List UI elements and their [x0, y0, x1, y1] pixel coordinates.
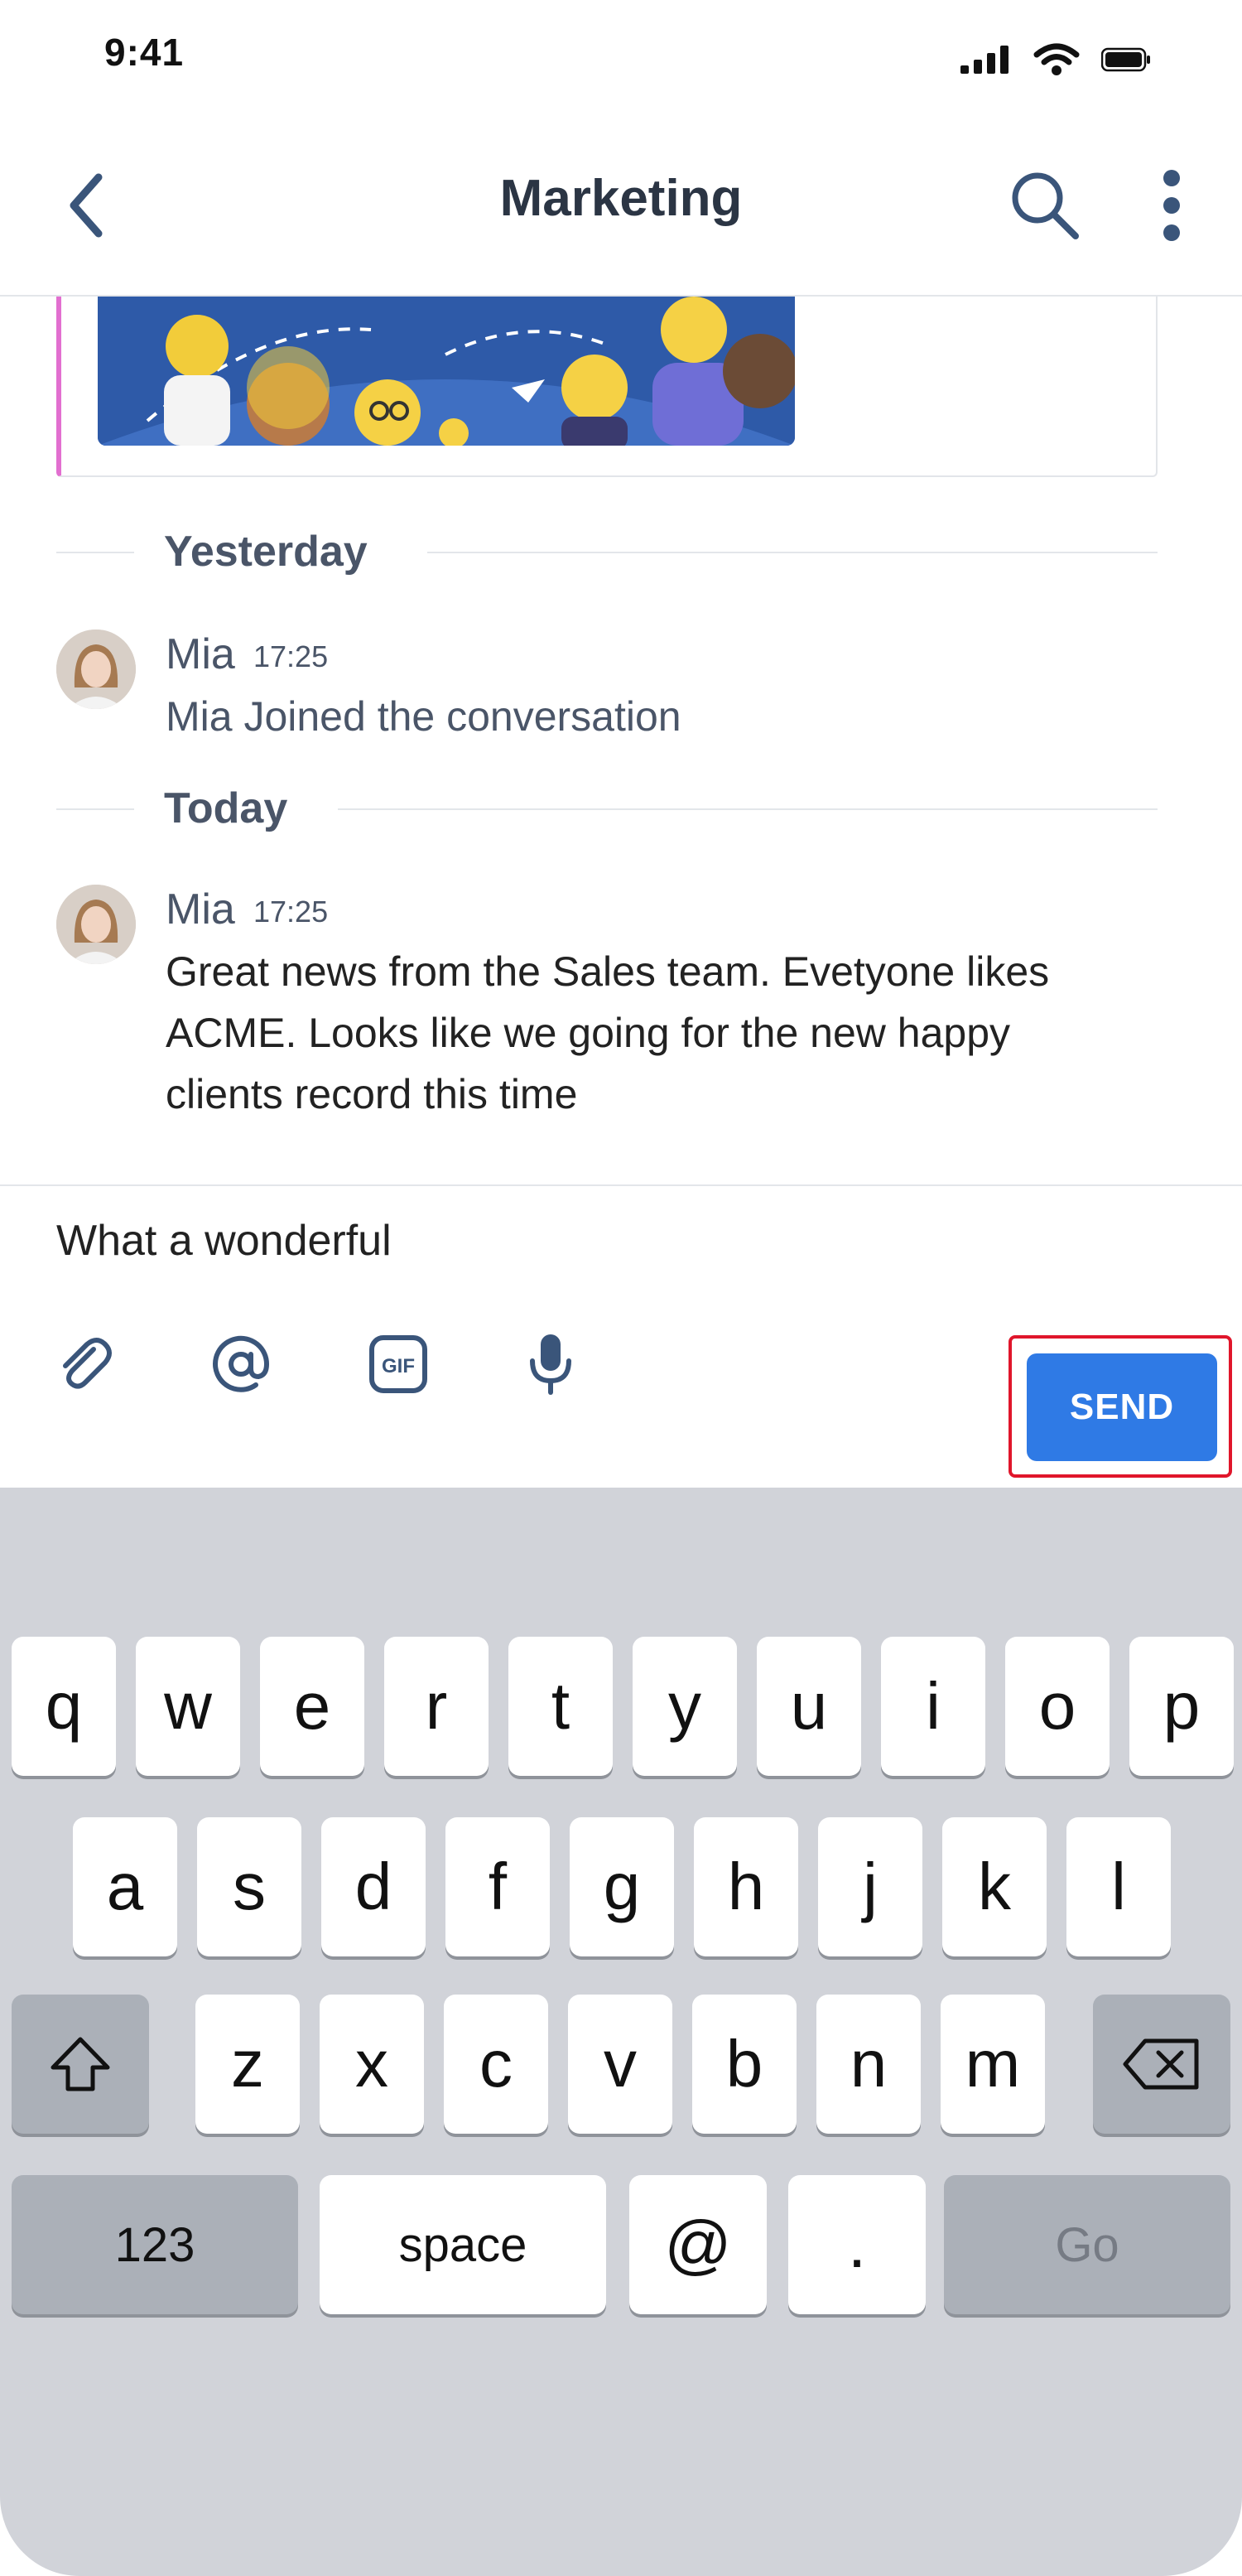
key-w[interactable]: w: [136, 1637, 240, 1776]
at-key[interactable]: @: [629, 2175, 767, 2314]
chat-header: Marketing: [0, 116, 1242, 297]
key-g[interactable]: g: [570, 1817, 674, 1956]
battery-icon: [1101, 47, 1150, 72]
key-k[interactable]: k: [942, 1817, 1047, 1956]
key-r[interactable]: r: [384, 1637, 489, 1776]
signal-icon: [960, 46, 1009, 74]
key-q[interactable]: q: [12, 1637, 116, 1776]
attach-button[interactable]: [46, 1327, 121, 1401]
message-text: Great news from the Sales team. Evetyone…: [166, 948, 1050, 1117]
key-p[interactable]: p: [1129, 1637, 1234, 1776]
send-button[interactable]: SEND: [1027, 1353, 1217, 1461]
key-z[interactable]: z: [195, 1995, 300, 2134]
paperclip-icon: [63, 1338, 112, 1389]
go-key[interactable]: Go: [944, 2175, 1230, 2314]
more-options-button[interactable]: [1143, 162, 1201, 248]
shift-key[interactable]: [12, 1995, 149, 2134]
message-item: Mia 17:25 Mia Joined the conversation: [56, 630, 1158, 745]
key-v[interactable]: v: [568, 1995, 672, 2134]
key-h[interactable]: h: [694, 1817, 798, 1956]
key-j[interactable]: j: [818, 1817, 922, 1956]
key-n[interactable]: n: [816, 1995, 921, 2134]
message-item: Mia 17:25 Great news from the Sales team…: [56, 885, 1158, 1133]
backspace-icon: [1123, 2038, 1199, 2090]
backspace-key[interactable]: [1093, 1995, 1230, 2134]
message-input[interactable]: [56, 1216, 1133, 1266]
message-time: 17:25: [253, 895, 329, 929]
key-i[interactable]: i: [881, 1637, 985, 1776]
status-icons: [960, 43, 1151, 76]
key-y[interactable]: y: [633, 1637, 737, 1776]
key-c[interactable]: c: [444, 1995, 548, 2134]
key-l[interactable]: l: [1066, 1817, 1171, 1956]
avatar[interactable]: [56, 885, 136, 964]
date-divider-label: Today: [164, 784, 288, 832]
message-text: Mia Joined the conversation: [166, 693, 681, 740]
key-d[interactable]: d: [321, 1817, 426, 1956]
voice-button[interactable]: [513, 1327, 588, 1401]
attachment-card[interactable]: [56, 265, 1158, 477]
gif-button[interactable]: GIF: [361, 1327, 436, 1401]
key-a[interactable]: a: [73, 1817, 177, 1956]
status-time: 9:41: [104, 31, 185, 74]
key-x[interactable]: x: [320, 1995, 424, 2134]
key-s[interactable]: s: [197, 1817, 301, 1956]
key-f[interactable]: f: [445, 1817, 550, 1956]
key-o[interactable]: o: [1005, 1637, 1110, 1776]
onscreen-keyboard: qwertyuiop asdfghjkl zxcvbnm 123 space @…: [0, 1488, 1242, 2576]
message-author[interactable]: Mia: [166, 630, 235, 679]
search-button[interactable]: [1002, 162, 1088, 248]
key-m[interactable]: m: [941, 1995, 1045, 2134]
illustration-image: [98, 297, 795, 446]
period-key[interactable]: .: [788, 2175, 926, 2314]
date-divider-label: Yesterday: [164, 528, 368, 576]
key-t[interactable]: t: [508, 1637, 613, 1776]
message-author[interactable]: Mia: [166, 885, 235, 934]
status-bar: 9:41: [0, 0, 1242, 116]
date-divider-yesterday: Yesterday: [56, 527, 1158, 576]
mention-button[interactable]: [204, 1327, 278, 1401]
wifi-icon: [1033, 43, 1080, 75]
search-icon: [1012, 172, 1079, 239]
avatar-image: [56, 630, 136, 709]
key-u[interactable]: u: [757, 1637, 861, 1776]
svg-text:GIF: GIF: [382, 1355, 415, 1377]
more-vertical-icon: [1163, 170, 1180, 241]
avatar[interactable]: [56, 630, 136, 709]
key-e[interactable]: e: [260, 1637, 364, 1776]
at-sign-icon: [213, 1335, 270, 1392]
shift-icon: [51, 2037, 110, 2091]
microphone-icon: [530, 1334, 571, 1395]
avatar-image: [56, 885, 136, 964]
gif-icon: GIF: [369, 1335, 427, 1393]
key-b[interactable]: b: [692, 1995, 797, 2134]
date-divider-today: Today: [56, 784, 1158, 833]
numbers-key[interactable]: 123: [12, 2175, 298, 2314]
attachment-image[interactable]: [98, 297, 795, 446]
message-composer: GIF SEND: [0, 1184, 1242, 1489]
message-time: 17:25: [253, 639, 329, 673]
space-key[interactable]: space: [320, 2175, 606, 2314]
